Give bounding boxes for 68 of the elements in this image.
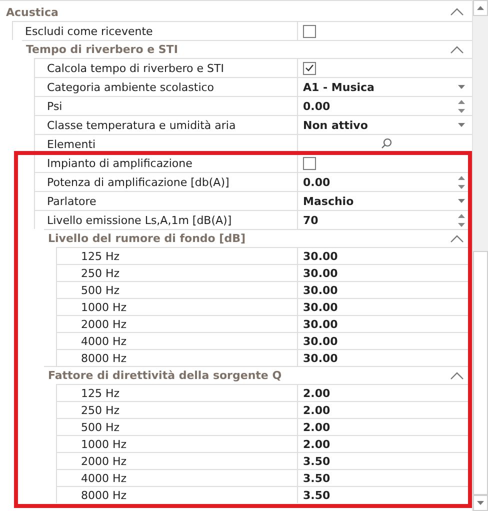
dropdown-arrow-icon — [458, 123, 466, 127]
group-header: Livello del rumore di fondo [dB] — [48, 232, 246, 245]
value-cell[interactable]: 3.50 — [297, 452, 472, 469]
property-label: 2000 Hz — [81, 454, 127, 468]
dropdown-arrow-icon — [458, 199, 466, 203]
number-spin-field[interactable]: 70 — [297, 210, 472, 229]
dropdown-field[interactable]: Non attivo — [297, 115, 472, 134]
property-label: Potenza di amplificazione [db(A)] — [47, 176, 230, 188]
property-label: Classe temperatura e umidità aria — [47, 118, 236, 132]
property-label: 1000 Hz — [81, 300, 127, 314]
value-cell[interactable]: 30.00 — [297, 315, 472, 332]
spin-arrows-icon[interactable] — [458, 100, 466, 112]
dropdown-arrow-icon — [458, 85, 466, 89]
dropdown-field[interactable]: A1 - Musica — [297, 77, 472, 96]
up-arrow-icon — [477, 6, 484, 10]
property-label: 8000 Hz — [81, 488, 127, 502]
property-label: 2000 Hz — [81, 318, 127, 330]
search-icon[interactable] — [381, 138, 392, 149]
property-label: Elementi — [47, 138, 96, 150]
property-label: 250 Hz — [81, 266, 120, 280]
value-cell[interactable]: 2.00 — [297, 418, 472, 435]
spin-arrows-icon[interactable] — [458, 176, 466, 188]
spin-arrows-icon[interactable] — [458, 214, 466, 226]
value-cell[interactable]: 30.00 — [297, 247, 472, 264]
value-cell[interactable]: 2.00 — [297, 384, 472, 401]
property-label: Calcola tempo di riverbero e STI — [47, 62, 224, 74]
property-label: 125 Hz — [81, 250, 120, 262]
value-cell[interactable]: 30.00 — [297, 298, 472, 315]
property-label: 8000 Hz — [81, 352, 127, 364]
scroll-down-button[interactable] — [473, 495, 488, 511]
section-header: Acustica — [6, 6, 58, 18]
scrollbar[interactable] — [472, 0, 488, 511]
collapse-chevron-icon[interactable] — [450, 234, 464, 242]
property-label: 250 Hz — [81, 404, 120, 416]
property-label: 125 Hz — [81, 386, 120, 400]
value-cell[interactable]: 2.00 — [297, 435, 472, 452]
checkbox[interactable] — [303, 24, 316, 38]
property-label: Escludi come ricevente — [25, 24, 153, 38]
value-cell[interactable]: 30.00 — [297, 264, 472, 281]
property-label: 1000 Hz — [81, 438, 127, 450]
scroll-up-button[interactable] — [473, 0, 488, 16]
checkbox[interactable] — [303, 156, 316, 170]
group-header: Fattore di direttività della sorgente Q — [48, 369, 282, 382]
property-label: 500 Hz — [81, 284, 120, 296]
collapse-chevron-icon[interactable] — [450, 8, 464, 16]
collapse-chevron-icon[interactable] — [450, 46, 464, 54]
property-label: 4000 Hz — [81, 472, 127, 484]
checkbox[interactable] — [303, 62, 316, 74]
number-spin-field[interactable]: 0.00 — [297, 96, 472, 115]
value-cell[interactable]: 30.00 — [297, 349, 472, 366]
value-cell[interactable]: 3.50 — [297, 486, 472, 503]
property-label: 500 Hz — [81, 420, 120, 434]
value-cell[interactable]: 30.00 — [297, 332, 472, 349]
value-cell[interactable]: 2.00 — [297, 401, 472, 418]
collapse-chevron-icon[interactable] — [450, 372, 464, 380]
property-label: Impianto di amplificazione — [47, 156, 192, 170]
value-cell[interactable]: 3.50 — [297, 469, 472, 486]
number-spin-field[interactable]: 0.00 — [297, 172, 472, 191]
property-label: Psi — [47, 100, 62, 112]
down-arrow-icon — [477, 501, 484, 505]
property-label: Parlatore — [47, 194, 96, 208]
dropdown-field[interactable]: Maschio — [297, 191, 472, 210]
property-label: 4000 Hz — [81, 334, 127, 348]
property-label: Livello emissione Ls,A,1m [dB(A)] — [47, 214, 232, 226]
scroll-thumb[interactable] — [473, 251, 488, 495]
property-label: Categoria ambiente scolastico — [47, 80, 214, 94]
group-header: Tempo di riverbero e STI — [26, 43, 178, 56]
value-cell[interactable]: 30.00 — [297, 281, 472, 298]
